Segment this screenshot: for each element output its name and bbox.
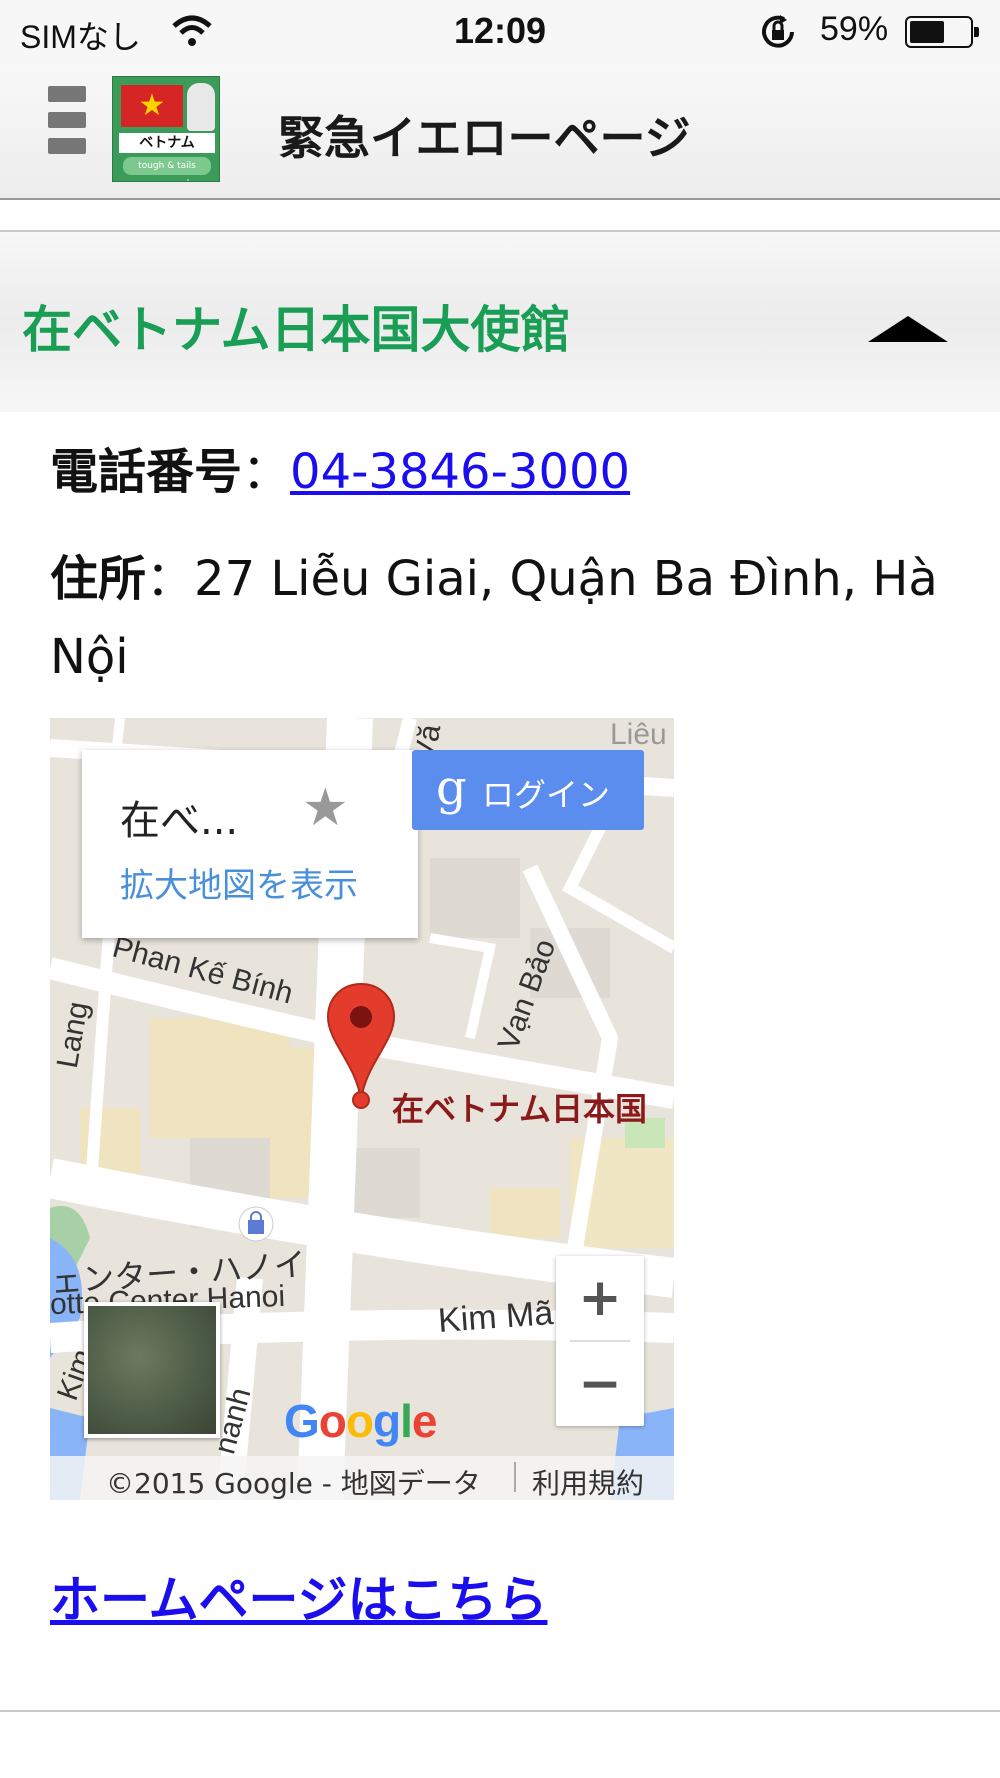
zoom-control: + − (556, 1256, 644, 1426)
app-logo: ★ ベトナム tough & tails personnel (112, 76, 220, 182)
status-bar: SIMなし 12:09 59% (0, 0, 1000, 64)
street-label: Kim Mã (436, 1294, 555, 1340)
phone-label: 電話番号 (50, 444, 243, 500)
view-larger-map-link[interactable]: 拡大地図を表示 (120, 858, 358, 907)
menu-icon[interactable] (48, 86, 88, 178)
page-title: 緊急イエローページ (278, 111, 691, 165)
zoom-out-button[interactable]: − (556, 1342, 644, 1426)
pin-label: 在ベトナム日本国 (392, 1090, 648, 1128)
login-label: ログイン (482, 776, 611, 814)
logo-sub: tough & tails personnel (123, 157, 211, 181)
google-logo: Google (284, 1395, 437, 1447)
map-copyright: ©2015 Google - 地図データ (106, 1467, 481, 1500)
address-row: 住所：27 Liễu Giai, Quận Ba Đình, Hà Nội (50, 551, 938, 685)
rotation-lock-icon (762, 15, 794, 48)
app-header: ★ ベトナム tough & tails personnel 緊急イエローページ (0, 64, 1000, 200)
location-pin-icon[interactable] (326, 982, 396, 1110)
map-info-card: 在べ... ★ 拡大地図を表示 (82, 750, 418, 938)
save-star-icon[interactable]: ★ (302, 778, 349, 838)
terms-link[interactable]: 利用規約 (532, 1462, 644, 1500)
mascot-icon (187, 83, 215, 131)
section-header[interactable]: 在ベトナム日本国大使館 (0, 232, 1000, 412)
shopping-icon (238, 1206, 274, 1242)
divider (0, 1710, 1000, 1712)
battery-icon (905, 16, 979, 48)
map-attribution: ©2015 Google - 地図データ 利用規約 (50, 1456, 674, 1500)
google-login-button[interactable]: g ログイン (412, 750, 644, 830)
zoom-in-button[interactable]: + (556, 1256, 644, 1340)
street-label: Liêu (610, 718, 667, 751)
logo-band: ベトナム (119, 133, 215, 153)
section-title: 在ベトナム日本国大使館 (22, 301, 571, 359)
collapse-caret-icon[interactable] (868, 316, 948, 342)
homepage-link[interactable]: ホームページはこちら (50, 1560, 548, 1632)
phone-link[interactable]: 04-3846-3000 (290, 444, 630, 500)
google-g-icon: g (436, 760, 467, 816)
battery-percent: 59% (820, 10, 889, 48)
place-name: 在べ... (120, 798, 239, 844)
satellite-toggle[interactable] (84, 1302, 220, 1438)
phone-row: 電話番号：04-3846-3000 (50, 444, 631, 500)
address-label: 住所 (50, 551, 147, 607)
embedded-map[interactable]: Phan Kế Bính Vạn Bảo Kim Mã Lang ェンター・ハノ… (50, 718, 674, 1500)
